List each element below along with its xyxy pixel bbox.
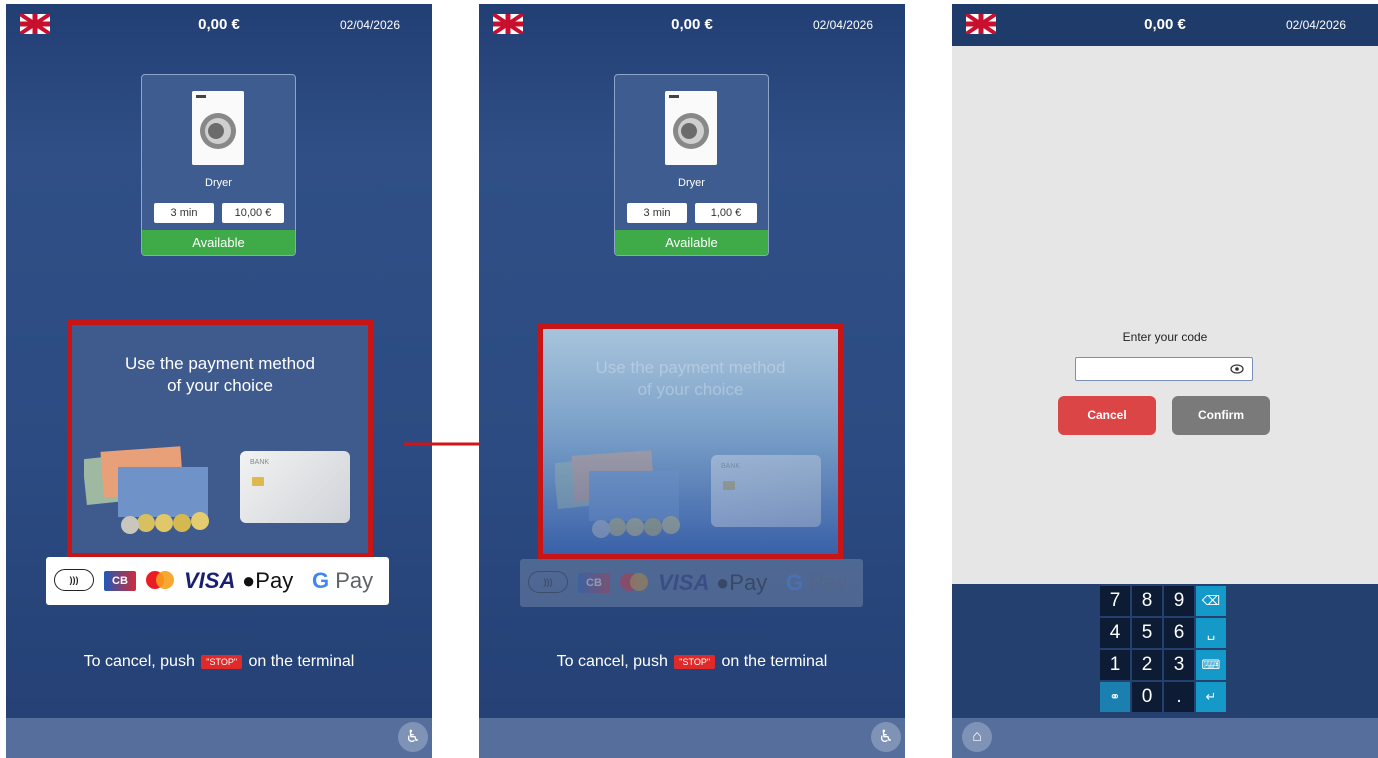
- date: 02/04/2026: [812, 18, 873, 32]
- bank-card-icon: BANK: [240, 451, 350, 523]
- payment-method-box[interactable]: Use the payment method of your choice BA…: [67, 320, 373, 558]
- machine-card[interactable]: Dryer 3 min 1,00 € Available: [614, 74, 769, 256]
- machine-card[interactable]: Dryer 3 min 10,00 € Available: [141, 74, 296, 256]
- code-entry-screen: 0,00 € 02/04/2026 Enter your code Cancel…: [952, 4, 1378, 758]
- duration-pill: 3 min: [627, 203, 687, 223]
- cancel-hint: To cancel, push "STOP" on the terminal: [83, 653, 355, 670]
- cash-icon: [555, 450, 680, 538]
- bank-card-icon: BANK: [711, 455, 821, 527]
- cancel-button[interactable]: Cancel: [1058, 396, 1156, 435]
- price-pill: 1,00 €: [695, 203, 757, 223]
- payment-logos: ))) CB VISA ●Pay G Pay: [46, 557, 389, 605]
- status-badge: Available: [615, 230, 768, 255]
- apple-pay-logo: ●Pay: [242, 568, 294, 593]
- eye-icon[interactable]: [1230, 364, 1244, 374]
- payment-instruction-line1: Use the payment method: [125, 354, 315, 373]
- confirm-button[interactable]: Confirm: [1172, 396, 1270, 435]
- payment-instruction-line1: Use the payment method: [595, 358, 786, 377]
- key-8[interactable]: 8: [1132, 586, 1162, 616]
- card-bank-label: BANK: [250, 459, 270, 466]
- footer-bar: ⌂: [952, 718, 1378, 758]
- card-bank-label: BANK: [721, 463, 741, 470]
- status-badge: Available: [142, 230, 295, 255]
- key-5[interactable]: 5: [1132, 618, 1162, 648]
- space-icon[interactable]: ␣: [1196, 618, 1226, 648]
- date: 02/04/2026: [339, 18, 400, 32]
- cash-icon: [84, 446, 209, 534]
- key-2[interactable]: 2: [1132, 650, 1162, 680]
- footer-bar: ♿: [6, 718, 432, 758]
- mastercard-logo: [620, 573, 650, 593]
- cb-logo: CB: [104, 571, 136, 591]
- contactless-icon: ))): [54, 569, 94, 591]
- payment-instruction-line2: of your choice: [637, 380, 744, 399]
- globe-icon[interactable]: ⚭: [1100, 682, 1130, 712]
- code-input[interactable]: [1075, 357, 1253, 381]
- key-4[interactable]: 4: [1100, 618, 1130, 648]
- google-pay-logo: G Pay: [312, 568, 374, 593]
- key-3[interactable]: 3: [1164, 650, 1194, 680]
- stop-badge: "STOP": [674, 654, 716, 669]
- payment-screen-processing: 0,00 € 02/04/2026 Dryer 3 min 1,00 € Ava…: [479, 4, 905, 758]
- price-pill: 10,00 €: [222, 203, 284, 223]
- mastercard-logo: [146, 571, 176, 591]
- stop-badge: "STOP": [201, 654, 243, 669]
- enter-icon[interactable]: ↵: [1196, 682, 1226, 712]
- card-chip: [252, 477, 264, 486]
- footer-bar: ♿: [479, 718, 905, 758]
- home-icon[interactable]: ⌂: [962, 722, 992, 752]
- code-entry-area: Enter your code Cancel Confirm: [952, 46, 1378, 584]
- keyboard-icon[interactable]: ⌨: [1196, 650, 1226, 680]
- visa-logo: VISA: [658, 570, 710, 595]
- top-bar: 0,00 € 02/04/2026: [6, 4, 432, 46]
- key-6[interactable]: 6: [1164, 618, 1194, 648]
- google-pay-logo: G Pay: [786, 570, 848, 595]
- key-7[interactable]: 7: [1100, 586, 1130, 616]
- top-bar: 0,00 € 02/04/2026: [952, 4, 1378, 46]
- payment-logos: ))) CB VISA ●Pay G Pay: [520, 559, 863, 607]
- top-bar: 0,00 € 02/04/2026: [479, 4, 905, 46]
- duration-pill: 3 min: [154, 203, 214, 223]
- payment-screen: 0,00 € 02/04/2026 Dryer 3 min 10,00 € Av…: [6, 4, 432, 758]
- machine-name: Dryer: [678, 177, 705, 189]
- key-1[interactable]: 1: [1100, 650, 1130, 680]
- dryer-icon: [665, 91, 717, 165]
- payment-instruction: Use the payment method of your choice: [543, 357, 838, 401]
- cb-logo: CB: [578, 573, 610, 593]
- code-label: Enter your code: [1122, 330, 1208, 344]
- wheelchair-icon[interactable]: ♿: [871, 722, 901, 752]
- backspace-icon[interactable]: ⌫: [1196, 586, 1226, 616]
- key-9[interactable]: 9: [1164, 586, 1194, 616]
- visa-logo: VISA: [184, 568, 236, 593]
- date: 02/04/2026: [1285, 18, 1346, 32]
- machine-name: Dryer: [205, 177, 232, 189]
- key-dot[interactable]: .: [1164, 682, 1194, 712]
- apple-pay-logo: ●Pay: [716, 570, 768, 595]
- payment-instruction-line2: of your choice: [167, 376, 273, 395]
- key-0[interactable]: 0: [1132, 682, 1162, 712]
- payment-method-box[interactable]: Use the payment method of your choice BA…: [538, 324, 843, 559]
- cancel-hint: To cancel, push "STOP" on the terminal: [556, 653, 828, 670]
- contactless-icon: ))): [528, 571, 568, 593]
- card-chip: [723, 481, 735, 490]
- payment-instruction: Use the payment method of your choice: [72, 353, 368, 397]
- wheelchair-icon[interactable]: ♿: [398, 722, 428, 752]
- dryer-icon: [192, 91, 244, 165]
